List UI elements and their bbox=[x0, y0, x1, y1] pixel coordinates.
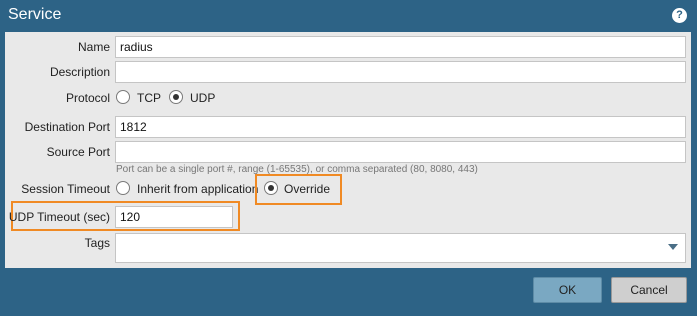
session-timeout-override-radio[interactable] bbox=[264, 181, 278, 195]
source-port-label: Source Port bbox=[46, 145, 110, 159]
session-timeout-override-label[interactable]: Override bbox=[284, 182, 330, 196]
udp-timeout-input[interactable]: 120 bbox=[115, 206, 233, 228]
tags-label: Tags bbox=[84, 236, 110, 250]
udp-timeout-label: UDP Timeout (sec) bbox=[8, 210, 110, 224]
tags-input[interactable] bbox=[115, 233, 686, 263]
session-timeout-inherit-label[interactable]: Inherit from application bbox=[137, 182, 258, 196]
protocol-udp-label[interactable]: UDP bbox=[190, 91, 215, 105]
protocol-label: Protocol bbox=[65, 91, 110, 105]
ok-button[interactable]: OK bbox=[533, 277, 602, 303]
protocol-udp-radio[interactable] bbox=[169, 90, 183, 104]
source-port-input[interactable] bbox=[115, 141, 686, 163]
help-icon[interactable]: ? bbox=[672, 8, 687, 23]
name-input[interactable]: radius bbox=[115, 36, 686, 58]
session-timeout-label: Session Timeout bbox=[21, 182, 110, 196]
dialog-title: Service bbox=[8, 6, 62, 23]
name-label: Name bbox=[77, 40, 110, 54]
destination-port-label: Destination Port bbox=[24, 120, 110, 134]
dialog-title-bar: Service ? bbox=[0, 0, 697, 32]
session-timeout-inherit-radio[interactable] bbox=[116, 181, 130, 195]
cancel-button[interactable]: Cancel bbox=[611, 277, 687, 303]
chevron-down-icon[interactable] bbox=[668, 244, 678, 250]
protocol-tcp-radio[interactable] bbox=[116, 90, 130, 104]
protocol-tcp-label[interactable]: TCP bbox=[137, 91, 161, 105]
destination-port-input[interactable]: 1812 bbox=[115, 116, 686, 138]
description-label: Description bbox=[49, 65, 110, 79]
description-input[interactable] bbox=[115, 61, 686, 83]
